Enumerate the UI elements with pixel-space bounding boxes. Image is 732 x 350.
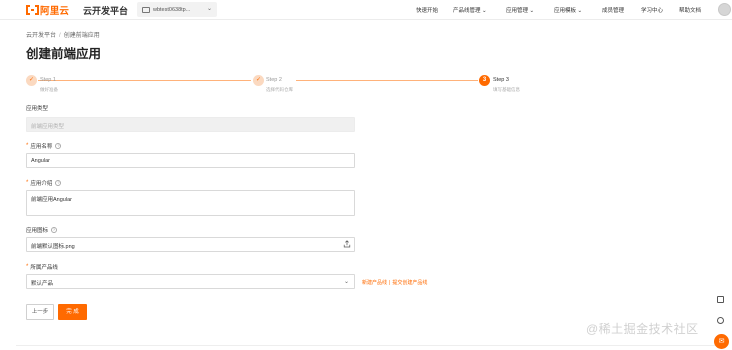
nav-quick-start[interactable]: 快速开始	[416, 6, 438, 14]
assistant-icon[interactable]: ✉	[714, 334, 729, 349]
breadcrumb-separator: /	[59, 33, 61, 39]
step-3-number: 3	[479, 75, 490, 86]
breadcrumb-current: 创建前端应用	[63, 33, 100, 39]
app-desc-label: * 应用介绍 ?	[26, 179, 62, 187]
breadcrumb: 云开发平台 / 创建前端应用	[26, 30, 100, 39]
app-name-input[interactable]: Angular	[26, 153, 355, 168]
nav-app-management[interactable]: 应用管理 ⌄	[506, 6, 534, 14]
top-navbar: 阿里云 云开发平台 wbtest0638tp... ⌄ 快速开始 产品线管理 ⌄…	[0, 0, 732, 20]
nav-app-templates[interactable]: 应用模板 ⌄	[554, 6, 582, 14]
required-mark: *	[26, 180, 29, 186]
logo-mark-icon	[26, 5, 39, 15]
nav-learning[interactable]: 学习中心	[641, 6, 663, 14]
watermark: @稀土掘金技术社区	[586, 322, 699, 336]
page-title: 创建前端应用	[26, 47, 102, 61]
nav-members[interactable]: 成员管理	[602, 6, 624, 14]
help-icon[interactable]: ?	[51, 227, 58, 233]
project-selector[interactable]: wbtest0638tp... ⌄	[137, 2, 217, 17]
link-separator: |	[389, 280, 391, 286]
logo-text: 阿里云	[40, 6, 70, 17]
step-2-desc: 选择代码仓库	[266, 87, 293, 92]
step-2-title: Step 2	[266, 77, 282, 83]
required-mark: *	[26, 264, 29, 270]
app-type-placeholder: 前端应用类型	[31, 124, 65, 130]
app-icon-label-text: 应用图标	[26, 228, 49, 234]
step-1-title: Step 1	[40, 77, 56, 83]
product-line-label: * 所属产品线	[26, 263, 58, 271]
product-line-value: 默认产品	[31, 281, 54, 287]
app-desc-value: 前端应用Angular	[31, 197, 72, 203]
avatar[interactable]	[718, 3, 731, 16]
product-line-select[interactable]: 默认产品 ⌄	[26, 274, 355, 289]
step-connector-1	[38, 80, 251, 81]
app-name-label: * 应用名称 ?	[26, 142, 62, 150]
aliyun-logo[interactable]: 阿里云	[26, 4, 70, 17]
app-desc-label-text: 应用介绍	[30, 181, 53, 187]
step-3-title: Step 3	[493, 77, 509, 83]
step-1-desc: 做好准备	[40, 87, 58, 92]
page: 阿里云 云开发平台 wbtest0638tp... ⌄ 快速开始 产品线管理 ⌄…	[0, 0, 732, 350]
feedback-icon[interactable]	[717, 296, 724, 303]
app-type-field: 前端应用类型	[26, 117, 355, 132]
apply-product-line-link[interactable]: 提交创建产品线	[392, 280, 427, 286]
required-mark: *	[26, 143, 29, 149]
app-icon-filename: 前端默认图标.png	[31, 244, 75, 250]
chevron-down-icon: ⌄	[343, 279, 349, 285]
app-name-value: Angular	[31, 158, 50, 164]
product-line-links: 新建产品线 | 提交创建产品线	[362, 279, 427, 286]
step-connector-2	[296, 80, 478, 81]
finish-button[interactable]: 完 成	[58, 304, 87, 320]
app-icon-upload[interactable]: 前端默认图标.png	[26, 237, 355, 252]
prev-step-button[interactable]: 上一步	[26, 304, 54, 320]
app-type-label-text: 应用类型	[26, 106, 49, 112]
new-product-line-link[interactable]: 新建产品线	[362, 280, 387, 286]
upload-icon[interactable]	[343, 240, 351, 248]
help-icon[interactable]: ?	[55, 143, 62, 149]
chevron-down-icon: ⌄	[206, 6, 212, 12]
app-desc-textarea[interactable]: 前端应用Angular	[26, 190, 355, 216]
app-icon-label: 应用图标 ?	[26, 226, 58, 234]
project-name: wbtest0638tp...	[153, 6, 191, 13]
help-icon[interactable]: ?	[55, 180, 62, 186]
footer-divider	[16, 345, 716, 346]
check-icon: ✓	[26, 75, 37, 86]
app-title[interactable]: 云开发平台	[83, 4, 128, 17]
nav-help-docs[interactable]: 帮助文档	[679, 6, 701, 14]
project-icon	[142, 6, 150, 13]
app-name-label-text: 应用名称	[30, 144, 53, 150]
settings-icon[interactable]	[717, 317, 724, 324]
step-3-desc: 填写基础信息	[493, 87, 520, 92]
breadcrumb-root[interactable]: 云开发平台	[26, 33, 56, 39]
app-type-label: 应用类型	[26, 104, 48, 112]
check-icon: ✓	[253, 75, 264, 86]
nav-product-lines[interactable]: 产品线管理 ⌄	[453, 6, 487, 14]
product-line-label-text: 所属产品线	[30, 265, 58, 271]
